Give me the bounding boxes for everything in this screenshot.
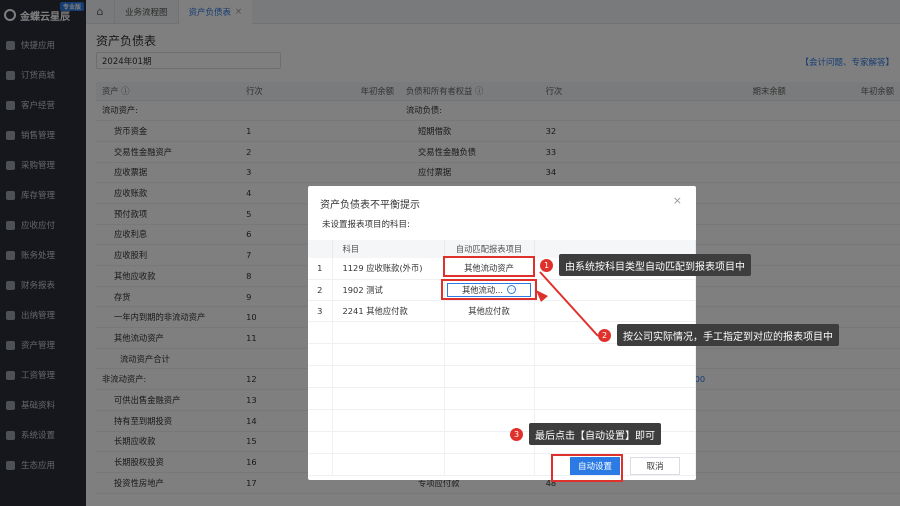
step-marker: 3 — [510, 428, 523, 441]
step-marker: 2 — [598, 329, 611, 342]
annotation-arrows — [536, 271, 599, 337]
callout-step-2: 按公司实际情况，手工指定到对应的报表项目中 — [617, 324, 839, 346]
step-marker: 1 — [540, 259, 553, 272]
callout-step-1: 由系统按科目类型自动匹配到报表项目中 — [559, 254, 751, 276]
callout-step-3: 最后点击【自动设置】即可 — [529, 423, 661, 445]
